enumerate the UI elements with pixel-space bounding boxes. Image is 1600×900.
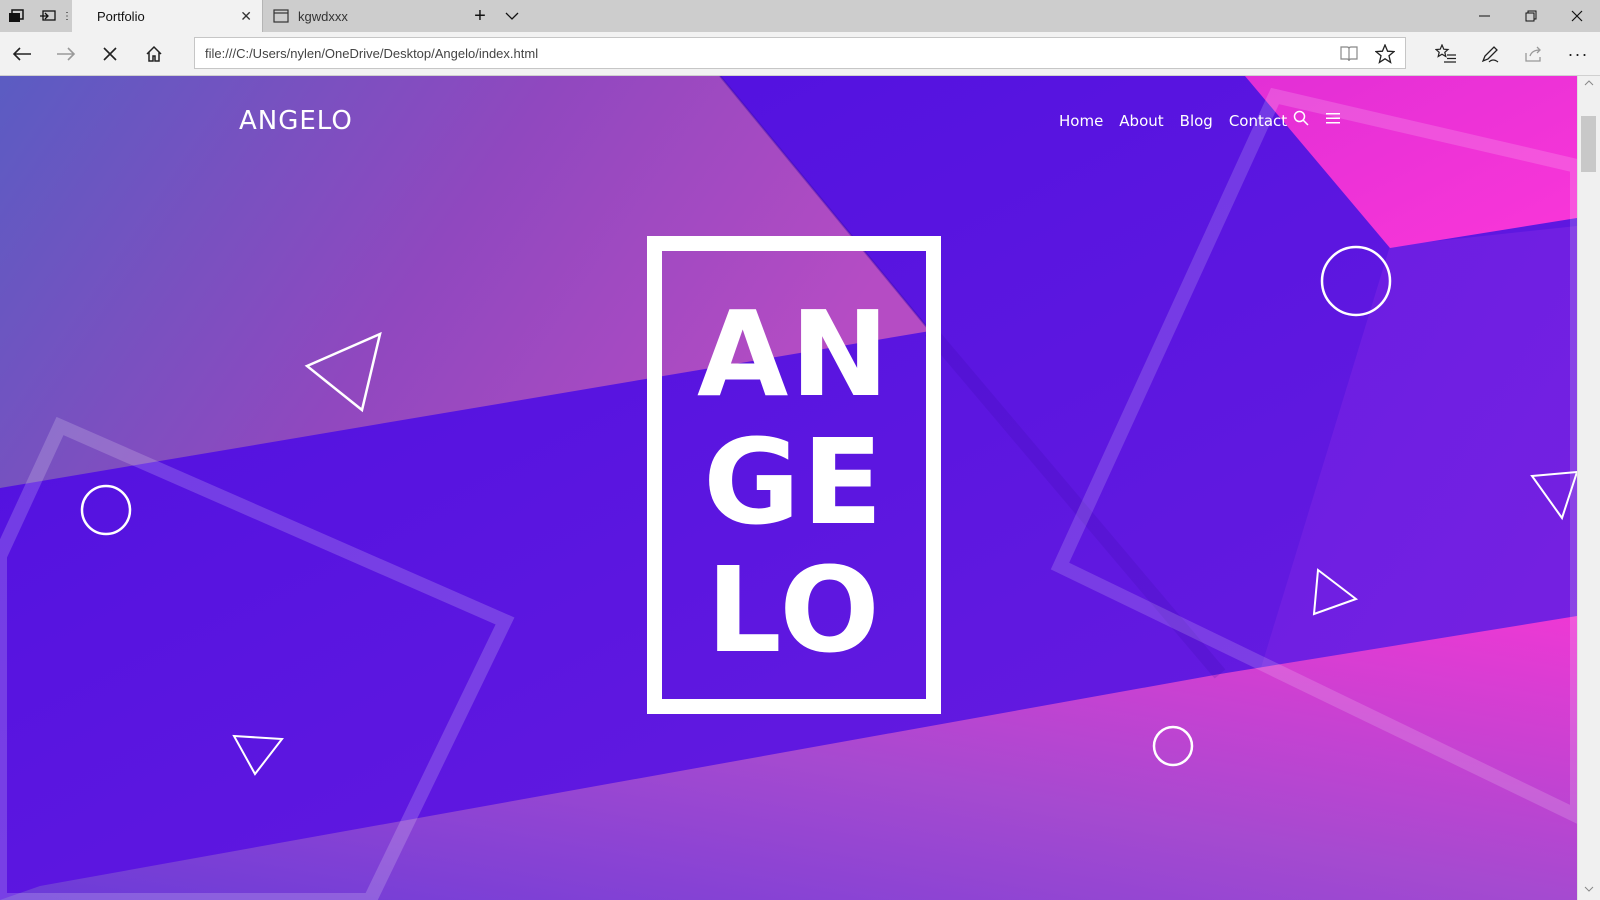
site-logo[interactable]: ANGELO [239,106,353,136]
vertical-scrollbar[interactable] [1577,76,1600,900]
page-viewport: ANGELO Home About Blog Contact AN GE LO [0,76,1577,900]
close-icon[interactable] [1554,0,1600,32]
nav-contact[interactable]: Contact [1229,112,1287,130]
scroll-thumb[interactable] [1581,116,1596,172]
nav-home[interactable]: Home [1059,112,1103,130]
hero-line: AN [696,285,892,423]
address-bar[interactable]: file:///C:/Users/nylen/OneDrive/Desktop/… [194,37,1406,69]
plus-icon[interactable]: + [470,5,490,27]
hero-title-frame: AN GE LO [647,236,941,714]
more-icon[interactable]: ··· [1562,38,1594,70]
tab-preview-icon[interactable] [38,6,58,26]
tab-kgwdxxx[interactable]: kgwdxxx [262,0,466,32]
nav-about[interactable]: About [1119,112,1163,130]
favorites-list-icon[interactable] [1430,38,1462,70]
close-tab-icon[interactable]: ✕ [240,8,252,25]
scroll-down-icon[interactable] [1584,886,1594,892]
book-icon[interactable] [1339,45,1359,63]
arrow-right-icon[interactable] [50,38,82,70]
star-icon[interactable] [1375,44,1395,64]
page-icon [273,9,289,23]
tab-bar: ⋮ Portfolio ✕ kgwdxxx + [0,0,1600,32]
hero-line: GE [703,413,885,551]
nav-blog[interactable]: Blog [1180,112,1213,130]
chevron-down-icon[interactable] [502,6,522,26]
address-text[interactable]: file:///C:/Users/nylen/OneDrive/Desktop/… [205,46,538,61]
scroll-up-icon[interactable] [1584,80,1594,86]
share-icon[interactable] [1518,38,1550,70]
set-aside-tabs-icon[interactable] [6,6,26,26]
tab-title: kgwdxxx [298,9,348,24]
hero-line: LO [706,541,882,679]
restore-icon[interactable] [1508,0,1554,32]
pen-icon[interactable] [1474,38,1506,70]
site-nav: Home About Blog Contact [1059,112,1287,130]
search-icon[interactable] [1293,110,1309,126]
tab-title: Portfolio [97,9,145,24]
stop-icon[interactable] [94,38,126,70]
home-icon[interactable] [138,38,170,70]
tab-portfolio[interactable]: Portfolio ✕ [72,0,262,32]
arrow-left-icon[interactable] [6,38,38,70]
minimize-icon[interactable] [1462,0,1508,32]
navigation-bar: file:///C:/Users/nylen/OneDrive/Desktop/… [0,32,1600,76]
drag-handle-icon[interactable]: ⋮ [62,6,72,26]
menu-icon[interactable] [1326,113,1340,124]
